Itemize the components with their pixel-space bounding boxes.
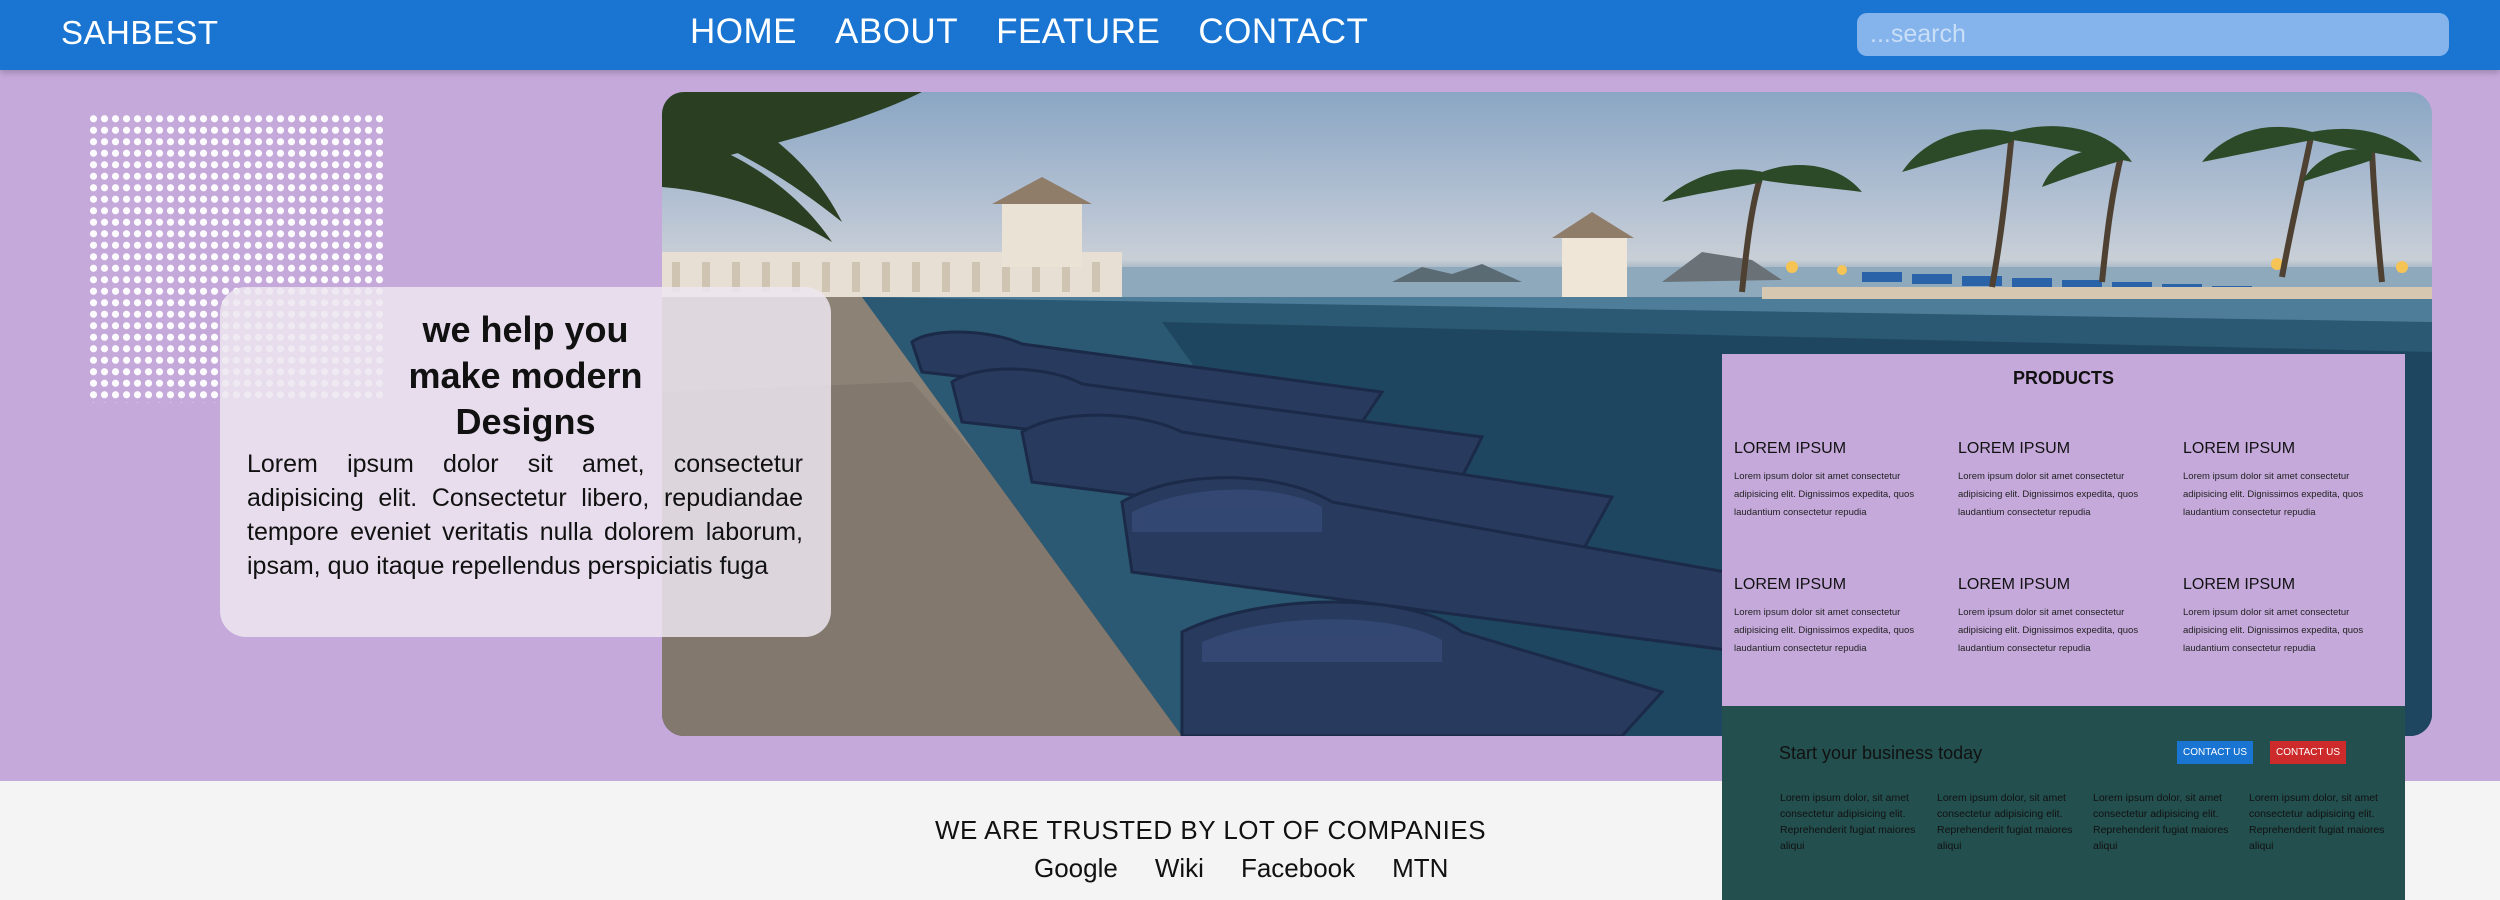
- hero-title-line: we help you: [422, 309, 629, 350]
- business-cta-panel: Start your business today CONTACT US CON…: [1722, 706, 2405, 900]
- business-column: Lorem ipsum dolor, sit amet consectetur …: [2249, 792, 2385, 852]
- product-description: Lorem ipsum dolor sit amet consectetur a…: [1734, 607, 1915, 654]
- hero-title-line: make modern: [408, 355, 643, 396]
- product-title: LOREM IPSUM: [2183, 576, 2296, 593]
- search-input[interactable]: [1857, 13, 2449, 56]
- product-description: Lorem ipsum dolor sit amet consectetur a…: [1958, 607, 2139, 654]
- product-card: LOREM IPSUM Lorem ipsum dolor sit amet c…: [1734, 440, 1944, 522]
- product-description: Lorem ipsum dolor sit amet consectetur a…: [1958, 471, 2139, 518]
- trusted-heading: WE ARE TRUSTED BY LOT OF COMPANIES: [935, 815, 1487, 845]
- hero-description: Lorem ipsum dolor sit amet, consectetur …: [247, 450, 803, 580]
- hero-title-line: Designs: [455, 401, 596, 442]
- product-title: LOREM IPSUM: [1734, 576, 1847, 593]
- hero-title: we help you make modern Designs: [220, 307, 831, 445]
- business-heading: Start your business today: [1779, 743, 1983, 763]
- product-title: LOREM IPSUM: [2183, 440, 2296, 457]
- nav-link-about[interactable]: ABOUT: [835, 12, 958, 52]
- product-description: Lorem ipsum dolor sit amet consectetur a…: [2183, 607, 2364, 654]
- product-description: Lorem ipsum dolor sit amet consectetur a…: [1734, 471, 1915, 518]
- business-column: Lorem ipsum dolor, sit amet consectetur …: [1780, 792, 1916, 852]
- nav-link-home[interactable]: HOME: [690, 12, 797, 52]
- nav-link-feature[interactable]: FEATURE: [996, 12, 1160, 52]
- company-google: Google: [1034, 853, 1118, 883]
- company-list: Google Wiki Facebook MTN: [1034, 853, 1448, 884]
- brand-logo[interactable]: SAHBEST: [61, 14, 219, 52]
- nav-link-contact[interactable]: CONTACT: [1198, 12, 1368, 52]
- products-heading: PRODUCTS: [2012, 368, 2114, 388]
- hero-card: we help you make modern Designs Lorem ip…: [220, 287, 831, 637]
- product-title: LOREM IPSUM: [1958, 576, 2071, 593]
- products-panel: PRODUCTS LOREM IPSUM Lorem ipsum dolor s…: [1722, 354, 2405, 706]
- product-title: LOREM IPSUM: [1958, 440, 2071, 457]
- company-facebook: Facebook: [1240, 853, 1356, 883]
- contact-us-button-secondary[interactable]: CONTACT US: [2270, 741, 2347, 764]
- product-card: LOREM IPSUM Lorem ipsum dolor sit amet c…: [2183, 576, 2393, 658]
- product-title: LOREM IPSUM: [1734, 440, 1847, 457]
- contact-us-button-primary[interactable]: CONTACT US: [2177, 741, 2254, 764]
- product-card: LOREM IPSUM Lorem ipsum dolor sit amet c…: [1958, 576, 2168, 658]
- company-mtn: MTN: [1392, 853, 1449, 883]
- product-card: LOREM IPSUM Lorem ipsum dolor sit amet c…: [1958, 440, 2168, 522]
- nav-links: HOME ABOUT FEATURE CONTACT: [690, 12, 1368, 52]
- product-card: LOREM IPSUM Lorem ipsum dolor sit amet c…: [1734, 576, 1944, 658]
- business-column: Lorem ipsum dolor, sit amet consectetur …: [1937, 792, 2073, 852]
- company-wiki: Wiki: [1154, 853, 1204, 883]
- product-card: LOREM IPSUM Lorem ipsum dolor sit amet c…: [2183, 440, 2393, 522]
- business-column: Lorem ipsum dolor, sit amet consectetur …: [2093, 792, 2229, 852]
- product-description: Lorem ipsum dolor sit amet consectetur a…: [2183, 471, 2364, 518]
- navbar: SAHBEST HOME ABOUT FEATURE CONTACT: [0, 0, 2500, 70]
